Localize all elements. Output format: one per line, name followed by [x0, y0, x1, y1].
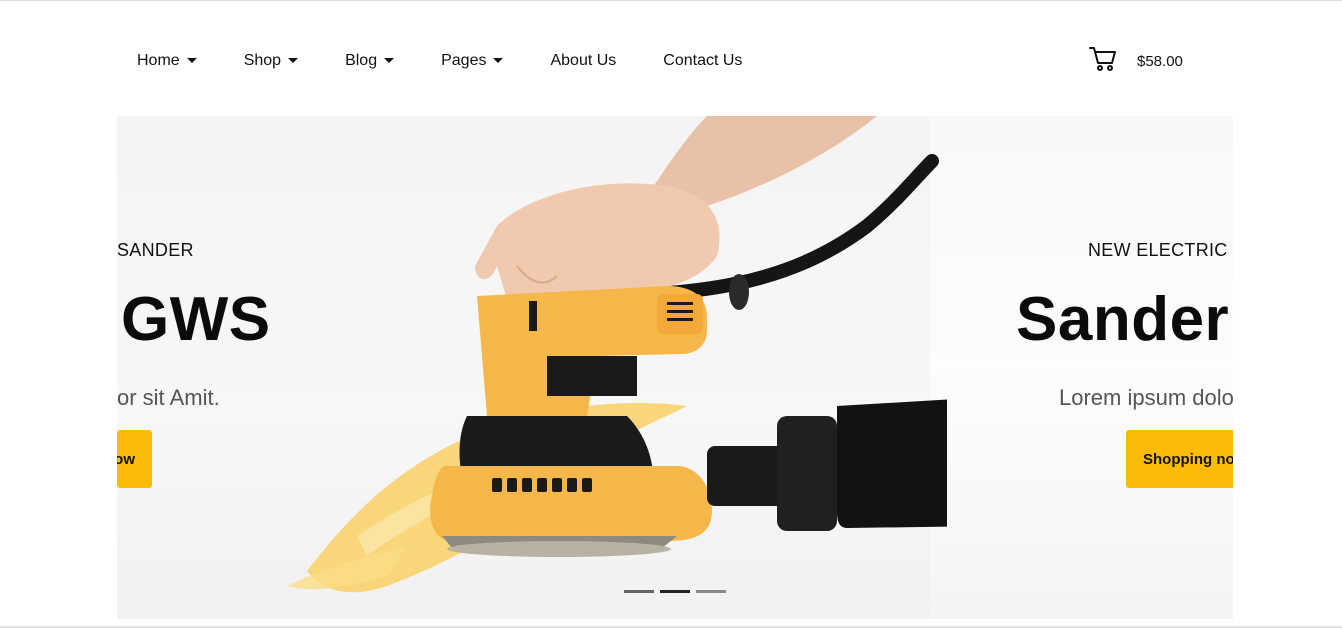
nav-item-label: Home: [137, 52, 180, 69]
nav-item-label: Shop: [243, 52, 282, 69]
caret-down-icon: [493, 57, 504, 63]
cart-total: $58.00: [1137, 53, 1183, 70]
nav-item-contact-us[interactable]: Contact Us: [663, 52, 742, 70]
nav-item-pages[interactable]: Pages: [441, 52, 504, 70]
slider-pagination: [624, 590, 732, 593]
slide-description: Lorem ipsum dolo: [1059, 385, 1233, 410]
nav-item-about-us[interactable]: About Us: [550, 52, 616, 70]
slider-dot[interactable]: [624, 590, 654, 593]
hero-slider: SANDER GWS or sit Amit. ow NEW ELECTRIC …: [117, 116, 1233, 619]
nav-item-label: Blog: [345, 52, 378, 69]
shopping-cart-icon: [1089, 46, 1117, 77]
shopping-now-button-label: Shopping no: [1143, 450, 1233, 468]
caret-down-icon: [186, 57, 197, 63]
slider-dot-active[interactable]: [660, 590, 690, 593]
nav-item-label: About Us: [550, 52, 617, 69]
nav-item-label: Contact Us: [663, 52, 743, 69]
left-slide: SANDER GWS or sit Amit. ow: [117, 116, 417, 619]
shop-now-button-label: ow: [117, 450, 135, 468]
shop-now-button[interactable]: ow: [117, 430, 152, 488]
top-border: [0, 0, 1342, 1]
cart-button[interactable]: $58.00: [1089, 46, 1183, 77]
caret-down-icon: [384, 57, 395, 63]
slide-subtitle: NEW ELECTRIC S: [1088, 240, 1233, 260]
slide-headline: GWS: [121, 285, 271, 354]
caret-down-icon: [288, 57, 299, 63]
nav-item-label: Pages: [441, 52, 487, 69]
slide-description: or sit Amit.: [117, 385, 220, 410]
nav-item-home[interactable]: Home: [137, 52, 197, 70]
main-nav: Home Shop Blog Pages About Us Contact Us: [137, 48, 789, 74]
right-slide: NEW ELECTRIC S Sander Lorem ipsum dolo S…: [930, 116, 1233, 619]
nav-item-shop[interactable]: Shop: [243, 52, 299, 70]
shopping-now-button[interactable]: Shopping no: [1126, 430, 1233, 488]
slide-headline: Sander: [1016, 285, 1230, 354]
nav-item-blog[interactable]: Blog: [345, 52, 395, 70]
slide-subtitle: SANDER: [117, 240, 194, 260]
slider-dot[interactable]: [696, 590, 726, 593]
